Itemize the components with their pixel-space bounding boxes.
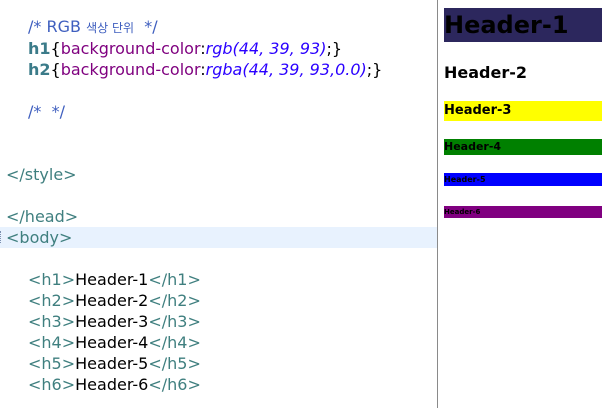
tag-close: </h6> [148, 375, 201, 394]
tag-open: <h1> [28, 270, 76, 289]
tag-close: </h3> [148, 312, 201, 331]
code-line-body-open[interactable]: <body> [6, 227, 72, 248]
code-line-style-close[interactable]: </style> [6, 164, 77, 185]
tag-open: <h2> [28, 291, 76, 310]
tag-close: </h4> [148, 333, 201, 352]
preview-header-4: Header-4 [444, 139, 602, 155]
preview-header-1: Header-1 [444, 8, 602, 42]
css-property: background-color [60, 60, 201, 79]
comment-korean: 색상 단위 [86, 21, 135, 35]
brace-close: } [372, 60, 383, 79]
tag-close: </h1> [148, 270, 201, 289]
preview-header-2: Header-2 [444, 63, 528, 82]
code-editor[interactable]: /* RGB 색상 단위 */ h1{background-color:rgb(… [0, 0, 437, 408]
browser-preview-pane: Header-1 Header-2 Header-3 Header-4 Head… [438, 0, 602, 408]
css-property: background-color [60, 39, 201, 58]
comment-close: */ [134, 17, 158, 36]
code-line-h5[interactable]: <h5>Header-5</h5> [28, 353, 201, 374]
css-selector-h2: h2 [28, 60, 51, 79]
tag-body-open: <body> [6, 228, 73, 247]
tag-open: <h6> [28, 375, 76, 394]
brace-open: { [50, 60, 61, 79]
tag-open: <h4> [28, 333, 76, 352]
code-line-h1[interactable]: <h1>Header-1</h1> [28, 269, 201, 290]
tag-text: Header-5 [75, 354, 149, 373]
css-value: rgb(44, 39, 93) [205, 39, 327, 58]
preview-header-5: Header-5 [444, 173, 602, 186]
tag-open: <h5> [28, 354, 76, 373]
tag-text: Header-1 [75, 270, 149, 289]
preview-header-3: Header-3 [444, 101, 602, 121]
code-line-h2-rule[interactable]: h2{background-color:rgba(44, 39, 93,0.0)… [28, 59, 382, 80]
preview-header-6: Header-6 [444, 206, 602, 218]
code-line-h1-rule[interactable]: h1{background-color:rgb(44, 39, 93);} [28, 38, 342, 59]
tag-open: <h3> [28, 312, 76, 331]
code-line-comment[interactable]: /* RGB 색상 단위 */ [28, 16, 158, 37]
code-line-h3[interactable]: <h3>Header-3</h3> [28, 311, 201, 332]
css-value: rgba(44, 39, 93,0.0) [205, 60, 367, 79]
css-selector-h1: h1 [28, 39, 51, 58]
code-line-empty-comment[interactable]: /* */ [28, 101, 65, 122]
code-line-h2[interactable]: <h2>Header-2</h2> [28, 290, 201, 311]
tag-text: Header-2 [75, 291, 149, 310]
code-line-h6[interactable]: <h6>Header-6</h6> [28, 374, 201, 395]
code-line-h4[interactable]: <h4>Header-4</h4> [28, 332, 201, 353]
code-line-head-close[interactable]: </head> [6, 206, 78, 227]
tag-close: </h2> [148, 291, 201, 310]
tag-text: Header-6 [75, 375, 149, 394]
brace-close: } [331, 39, 343, 58]
tag-style-close: </style> [6, 165, 77, 184]
tag-close: </h5> [148, 354, 201, 373]
tag-text: Header-4 [75, 333, 149, 352]
text-cursor [0, 231, 3, 243]
brace-open: { [50, 39, 61, 58]
comment-open: /* RGB [28, 17, 87, 36]
tag-text: Header-3 [75, 312, 149, 331]
comment-empty: /* */ [28, 102, 65, 121]
tag-head-close: </head> [6, 207, 79, 226]
